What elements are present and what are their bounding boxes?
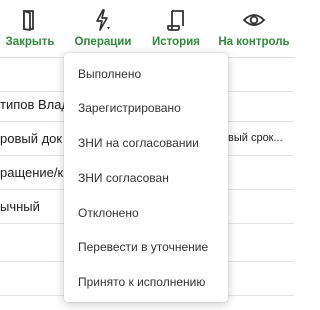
history-label: История — [152, 36, 200, 48]
history-doc-icon — [167, 10, 184, 31]
menu-item-send-to-clarification[interactable]: Перевести в уточнение — [64, 230, 228, 264]
door-exit-icon — [23, 10, 34, 31]
menu-item-zni-approved[interactable]: ЗНИ согласован — [64, 161, 228, 195]
close-button[interactable]: Закрыть — [2, 0, 58, 52]
toolbar: Закрыть Операции История На контроль — [0, 0, 294, 58]
control-label: На контроль — [218, 36, 290, 48]
menu-item-rejected[interactable]: Отклонено — [64, 196, 228, 230]
menu-item-zni-on-approval[interactable]: ЗНИ на согласовании — [64, 126, 228, 160]
menu-item-registered[interactable]: Зарегистрировано — [64, 91, 228, 125]
lightning-dropdown-icon — [96, 9, 110, 31]
eye-icon — [242, 14, 266, 26]
operations-button[interactable]: Операции — [70, 0, 136, 52]
field-value: ычный — [0, 199, 40, 214]
operations-label: Операции — [74, 36, 132, 48]
menu-item-accepted-for-execution[interactable]: Принято к исполнению — [64, 265, 228, 299]
close-label: Закрыть — [5, 36, 55, 48]
field-value: вый срок... — [228, 132, 283, 144]
control-button[interactable]: На контроль — [216, 0, 292, 52]
field-value: ращение/к — [0, 165, 64, 180]
field-value: ровый док — [0, 131, 63, 146]
menu-item-completed[interactable]: Выполнено — [64, 57, 228, 91]
operations-dropdown-menu: Выполнено Зарегистрировано ЗНИ на соглас… — [64, 53, 228, 302]
field-value: типов Влад — [0, 97, 64, 112]
history-button[interactable]: История — [148, 0, 204, 52]
